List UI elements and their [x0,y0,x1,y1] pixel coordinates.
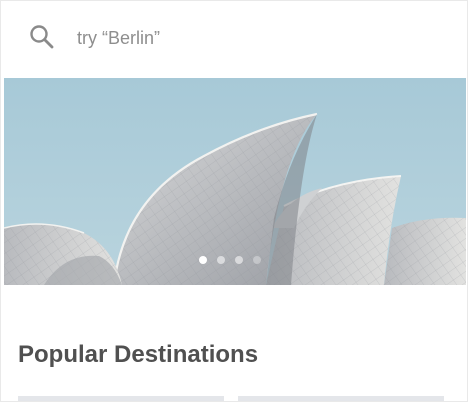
search-bar[interactable] [1,1,467,77]
hero-image [4,78,466,285]
destination-card[interactable] [18,396,224,401]
carousel-pagination [1,256,467,268]
destination-card[interactable] [238,396,444,401]
hero-carousel[interactable] [4,78,466,285]
carousel-dot[interactable] [217,256,225,264]
search-icon[interactable] [28,23,56,51]
carousel-dot[interactable] [235,256,243,264]
search-input[interactable] [77,25,437,51]
app-screen: Popular Destinations [0,0,468,402]
carousel-dot[interactable] [199,256,207,264]
carousel-dot[interactable] [253,256,261,264]
section-title: Popular Destinations [18,341,259,368]
